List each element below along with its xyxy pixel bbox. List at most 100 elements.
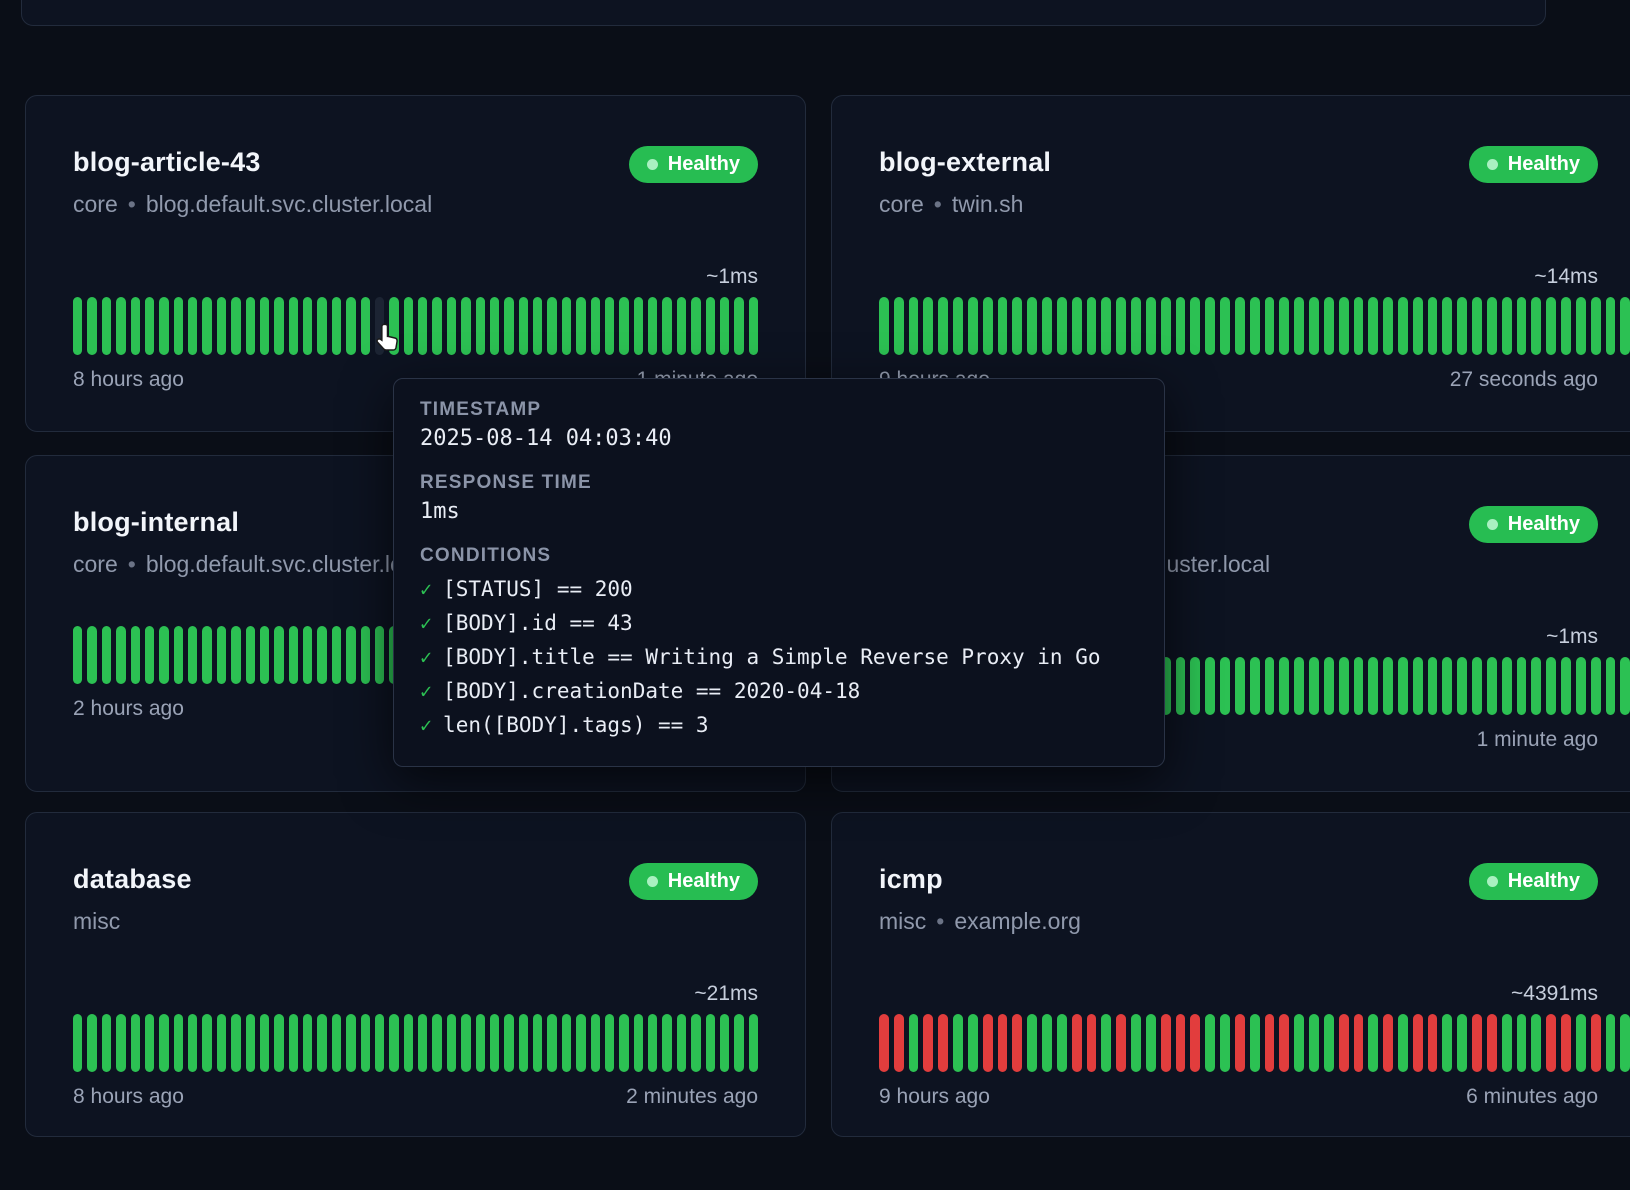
health-bar[interactable] (1235, 297, 1245, 355)
health-bar[interactable] (1487, 297, 1497, 355)
health-bar[interactable] (983, 1014, 993, 1072)
health-bar[interactable] (894, 1014, 904, 1072)
health-bar[interactable] (1324, 1014, 1334, 1072)
health-bar[interactable] (1591, 657, 1601, 715)
health-bar[interactable] (1339, 297, 1349, 355)
health-bar[interactable] (1012, 1014, 1022, 1072)
health-bar[interactable] (1042, 1014, 1052, 1072)
health-bar[interactable] (576, 297, 585, 355)
health-bar[interactable] (1561, 297, 1571, 355)
health-bar[interactable] (1072, 1014, 1082, 1072)
health-bar[interactable] (1413, 297, 1423, 355)
health-bar[interactable] (202, 297, 211, 355)
health-bar[interactable] (749, 1014, 758, 1072)
health-bar[interactable] (131, 1014, 140, 1072)
health-bar[interactable] (662, 297, 671, 355)
health-bar[interactable] (404, 1014, 413, 1072)
health-bar[interactable] (361, 297, 370, 355)
health-bar[interactable] (1398, 1014, 1408, 1072)
health-bar[interactable] (1413, 657, 1423, 715)
health-bar[interactable] (174, 626, 183, 684)
health-bar[interactable] (1472, 1014, 1482, 1072)
health-bar[interactable] (1131, 1014, 1141, 1072)
health-bar[interactable] (289, 297, 298, 355)
health-bar[interactable] (174, 1014, 183, 1072)
health-bar[interactable] (1072, 297, 1082, 355)
health-bar[interactable] (706, 1014, 715, 1072)
health-bar[interactable] (102, 297, 111, 355)
health-bar[interactable] (1190, 297, 1200, 355)
health-bar[interactable] (1383, 657, 1393, 715)
health-bar[interactable] (1413, 1014, 1423, 1072)
health-bar[interactable] (1368, 1014, 1378, 1072)
health-bar[interactable] (1472, 297, 1482, 355)
health-bar[interactable] (1531, 1014, 1541, 1072)
health-bar[interactable] (1428, 297, 1438, 355)
health-bar[interactable] (1265, 297, 1275, 355)
health-bar[interactable] (432, 297, 441, 355)
health-bar[interactable] (1546, 1014, 1556, 1072)
health-bar[interactable] (73, 1014, 82, 1072)
health-bar[interactable] (1368, 657, 1378, 715)
health-bar[interactable] (145, 626, 154, 684)
health-bar[interactable] (1354, 297, 1364, 355)
health-bar[interactable] (605, 1014, 614, 1072)
health-bar[interactable] (260, 626, 269, 684)
health-bar[interactable] (476, 297, 485, 355)
health-bar[interactable] (1383, 1014, 1393, 1072)
health-bar[interactable] (274, 297, 283, 355)
health-bar[interactable] (1354, 657, 1364, 715)
health-bar[interactable] (547, 1014, 556, 1072)
health-bar[interactable] (116, 626, 125, 684)
health-bar[interactable] (1324, 657, 1334, 715)
health-bar[interactable] (1576, 1014, 1586, 1072)
health-bar[interactable] (159, 1014, 168, 1072)
health-bar[interactable] (968, 1014, 978, 1072)
health-bar[interactable] (1294, 297, 1304, 355)
health-bar[interactable] (1339, 1014, 1349, 1072)
health-bar[interactable] (317, 626, 326, 684)
health-bar[interactable] (246, 297, 255, 355)
health-bar[interactable] (73, 297, 82, 355)
health-bar[interactable] (1205, 1014, 1215, 1072)
health-bar[interactable] (217, 626, 226, 684)
health-bar[interactable] (894, 297, 904, 355)
health-bar[interactable] (1502, 657, 1512, 715)
health-bar[interactable] (1561, 657, 1571, 715)
health-bar[interactable] (332, 297, 341, 355)
health-bar[interactable] (303, 297, 312, 355)
health-bar[interactable] (1428, 1014, 1438, 1072)
health-bar[interactable] (879, 297, 889, 355)
health-bar[interactable] (533, 297, 542, 355)
health-bar[interactable] (634, 297, 643, 355)
health-bar[interactable] (953, 297, 963, 355)
health-bar[interactable] (1057, 297, 1067, 355)
health-bar[interactable] (260, 1014, 269, 1072)
health-bar[interactable] (1531, 297, 1541, 355)
health-bar[interactable] (662, 1014, 671, 1072)
health-bar[interactable] (1294, 1014, 1304, 1072)
health-bar[interactable] (1383, 297, 1393, 355)
health-bar[interactable] (1502, 297, 1512, 355)
health-bar[interactable] (533, 1014, 542, 1072)
health-bar[interactable] (1309, 1014, 1319, 1072)
health-bar[interactable] (1116, 1014, 1126, 1072)
health-bar[interactable] (1146, 1014, 1156, 1072)
health-bar[interactable] (1442, 1014, 1452, 1072)
health-bar[interactable] (159, 626, 168, 684)
health-bar[interactable] (131, 626, 140, 684)
health-bar[interactable] (217, 297, 226, 355)
health-bar[interactable] (1561, 1014, 1571, 1072)
health-bar[interactable] (1324, 297, 1334, 355)
health-bar[interactable] (720, 1014, 729, 1072)
health-bar[interactable] (519, 297, 528, 355)
health-bar[interactable] (953, 1014, 963, 1072)
health-bar[interactable] (303, 1014, 312, 1072)
health-bar[interactable] (461, 1014, 470, 1072)
health-bar[interactable] (87, 1014, 96, 1072)
health-bar[interactable] (1057, 1014, 1067, 1072)
health-bar[interactable] (1398, 297, 1408, 355)
health-bar[interactable] (1576, 657, 1586, 715)
health-bar[interactable] (998, 297, 1008, 355)
health-bar[interactable] (1531, 657, 1541, 715)
